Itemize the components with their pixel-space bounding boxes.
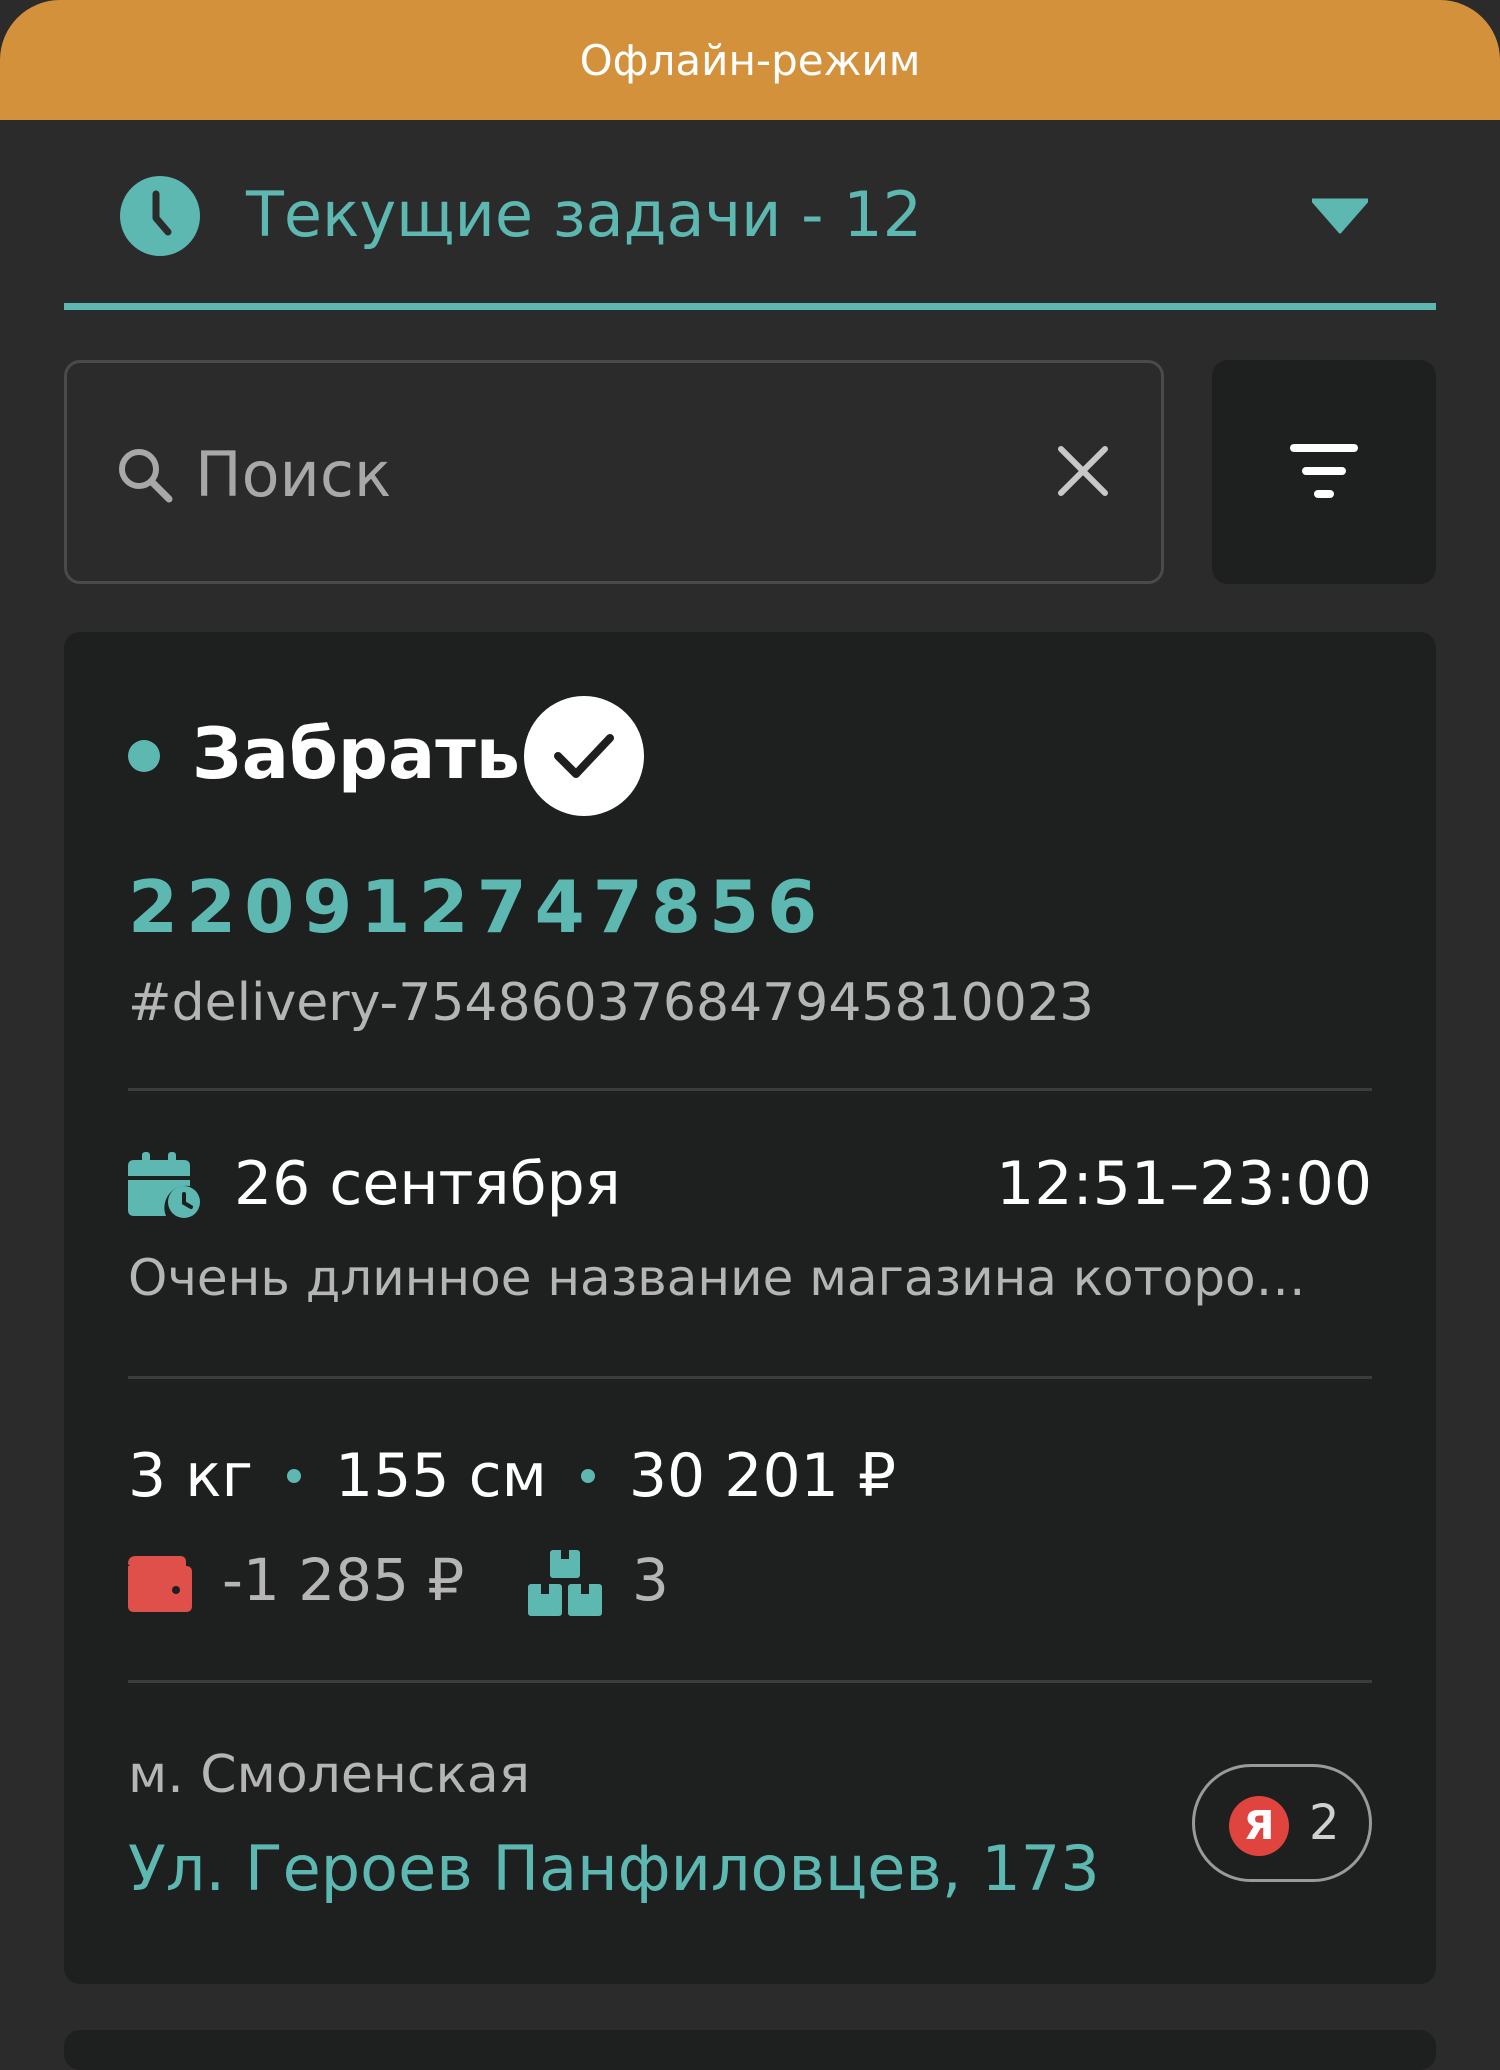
yandex-icon: Я bbox=[1229, 1796, 1289, 1856]
weight: 3 кг bbox=[128, 1441, 254, 1511]
provider-count: 2 bbox=[1309, 1795, 1340, 1851]
store-name: Очень длинное название магазина которо… bbox=[128, 1249, 1306, 1307]
time-window: 12:51–23:00 bbox=[996, 1149, 1372, 1219]
search-input[interactable] bbox=[193, 423, 997, 525]
provider-badge[interactable]: Я 2 bbox=[1192, 1764, 1372, 1882]
close-icon[interactable] bbox=[1055, 443, 1111, 499]
divider bbox=[128, 1680, 1372, 1683]
caret-down-icon[interactable] bbox=[1312, 198, 1368, 234]
search-icon bbox=[119, 449, 173, 503]
filter-button[interactable] bbox=[1212, 360, 1436, 584]
places-count: 3 bbox=[632, 1546, 669, 1614]
separator-dot bbox=[580, 1469, 595, 1483]
boxes-icon bbox=[528, 1550, 602, 1616]
task-list-header[interactable]: Текущие задачи - 12 bbox=[64, 120, 1436, 310]
search-field[interactable] bbox=[64, 360, 1164, 584]
parcel-metrics: 3 кг 155 см 30 201 ₽ bbox=[128, 1440, 896, 1512]
checkmark-icon bbox=[554, 734, 614, 778]
delivery-id: #delivery-75486037684794581002З bbox=[128, 973, 1094, 1033]
metro-station: м. Смоленская bbox=[128, 1745, 531, 1805]
status-dot bbox=[128, 740, 160, 772]
next-task-card[interactable] bbox=[64, 2030, 1436, 2070]
order-number: 220912747856 bbox=[128, 865, 826, 949]
offline-banner-text: Офлайн-режим bbox=[579, 35, 921, 85]
divider bbox=[128, 1088, 1372, 1091]
filter-icon bbox=[1290, 444, 1358, 498]
separator-dot bbox=[287, 1469, 302, 1483]
check-icon[interactable] bbox=[524, 696, 644, 816]
dimensions: 155 см bbox=[335, 1441, 547, 1511]
wallet-icon bbox=[128, 1556, 192, 1612]
clock-icon bbox=[120, 176, 200, 256]
header-title[interactable]: Текущие задачи - 12 bbox=[246, 178, 922, 252]
cod-amount: -1 285 ₽ bbox=[222, 1546, 465, 1614]
address-link[interactable]: Ул. Героев Панфиловцев, 173 bbox=[128, 1832, 1100, 1906]
declared-price: 30 201 ₽ bbox=[628, 1441, 897, 1511]
task-card[interactable]: Забрать 220912747856 #delivery-754860376… bbox=[64, 632, 1436, 1984]
calendar-clock-icon bbox=[128, 1152, 200, 1218]
delivery-date: 26 сентября bbox=[234, 1149, 621, 1219]
offline-banner: Офлайн-режим bbox=[0, 0, 1500, 120]
divider bbox=[128, 1376, 1372, 1379]
task-type-label: Забрать bbox=[192, 713, 521, 795]
